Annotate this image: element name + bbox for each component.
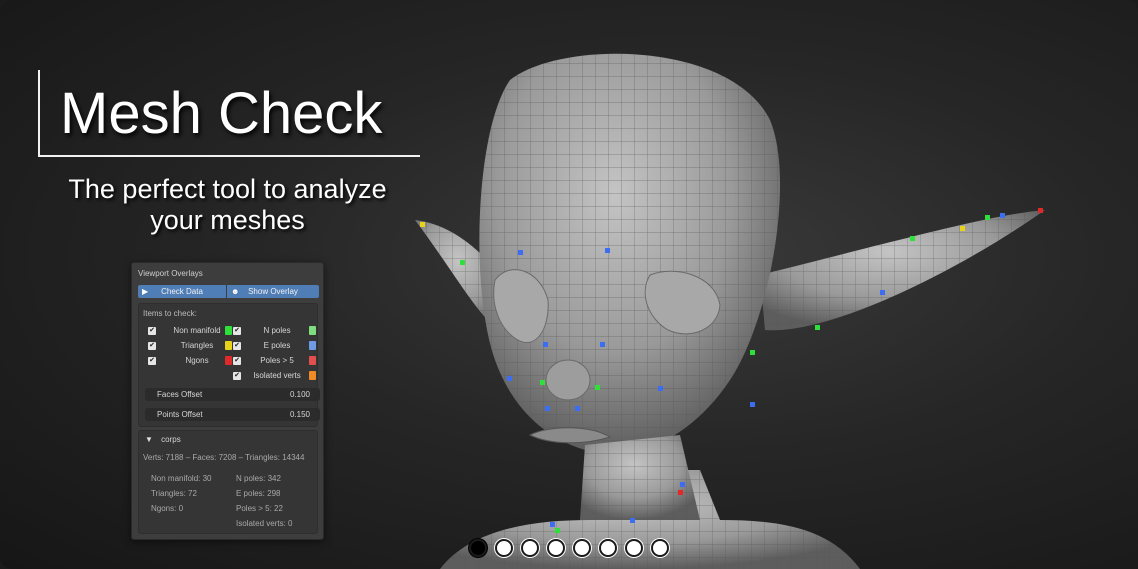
points-offset-label: Points Offset: [157, 410, 203, 419]
checkbox-isolated-verts[interactable]: ✔: [233, 372, 241, 380]
stat-poles-gt-5: Poles > 5: 22: [236, 504, 283, 513]
stat-isolated-verts: Isolated verts: 0: [236, 519, 293, 528]
mesh-summary: Verts: 7188 – Faces: 7208 – Triangles: 1…: [143, 453, 305, 462]
checkbox-non-manifold[interactable]: ✔: [148, 327, 156, 335]
show-overlay-button[interactable]: ☻ Show Overlay: [227, 285, 319, 298]
item-label: Ngons: [185, 356, 209, 365]
color-swatch[interactable]: [309, 326, 316, 335]
check-item-isolated-verts[interactable]: ✔ Isolated verts: [233, 371, 319, 381]
collapse-arrow-icon[interactable]: ▼: [145, 435, 153, 444]
stat-n-poles: N poles: 342: [236, 474, 281, 483]
check-item-poles-gt-5[interactable]: ✔ Poles > 5: [233, 356, 319, 366]
show-overlay-label: Show Overlay: [248, 287, 298, 296]
check-item-n-poles[interactable]: ✔ N poles: [233, 326, 319, 336]
faces-offset-value: 0.100: [289, 390, 310, 399]
items-to-check-box: Items to check: ✔ Non manifold ✔ Triangl…: [138, 303, 320, 427]
item-label: E poles: [263, 341, 291, 350]
item-label: Isolated verts: [253, 371, 301, 380]
title-frame: Mesh Check: [38, 70, 420, 157]
stat-e-poles: E poles: 298: [236, 489, 281, 498]
panel-header: Viewport Overlays: [138, 269, 203, 278]
color-swatch[interactable]: [309, 356, 316, 365]
pager-dot-3[interactable]: [521, 539, 539, 557]
item-label: Non manifold: [173, 326, 221, 335]
skull-icon: ☻: [231, 287, 240, 296]
pager-dot-5[interactable]: [573, 539, 591, 557]
slide: Mesh Check The perfect tool to analyze y…: [0, 0, 1138, 569]
item-label: Poles > 5: [260, 356, 294, 365]
item-label: N poles: [263, 326, 291, 335]
points-offset-value: 0.150: [289, 410, 310, 419]
checkbox-e-poles[interactable]: ✔: [233, 342, 241, 350]
checkbox-poles-gt-5[interactable]: ✔: [233, 357, 241, 365]
check-item-e-poles[interactable]: ✔ E poles: [233, 341, 319, 351]
points-offset-field[interactable]: Points Offset 0.150: [145, 408, 320, 421]
color-swatch[interactable]: [309, 341, 316, 350]
check-data-button[interactable]: ▶ Check Data: [138, 285, 226, 298]
item-label: Triangles: [180, 341, 214, 350]
color-swatch[interactable]: [225, 326, 232, 335]
play-icon: ▶: [142, 287, 149, 296]
color-swatch[interactable]: [309, 371, 316, 380]
stat-non-manifold: Non manifold: 30: [151, 474, 212, 483]
pager-dot-4[interactable]: [547, 539, 565, 557]
checkbox-triangles[interactable]: ✔: [148, 342, 156, 350]
stat-ngons: Ngons: 0: [151, 504, 184, 513]
faces-offset-label: Faces Offset: [157, 390, 203, 399]
check-item-ngons[interactable]: ✔ Ngons: [143, 356, 233, 366]
page-subtitle: The perfect tool to analyze your meshes: [68, 174, 387, 235]
check-item-triangles[interactable]: ✔ Triangles: [143, 341, 233, 351]
elf-mesh-render: [415, 53, 1045, 569]
object-stats-box: ▼ corps Verts: 7188 – Faces: 7208 – Tria…: [138, 430, 318, 534]
color-swatch[interactable]: [225, 341, 232, 350]
pager-dot-1[interactable]: [469, 539, 487, 557]
page-title: Mesh Check: [60, 81, 383, 146]
checkbox-ngons[interactable]: ✔: [148, 357, 156, 365]
object-header[interactable]: ▼ corps: [145, 435, 181, 445]
stat-triangles: Triangles: 72: [151, 489, 197, 498]
object-name: corps: [161, 435, 181, 444]
color-swatch[interactable]: [225, 356, 232, 365]
viewport-overlays-panel: Viewport Overlays ▶ Check Data ☻ Show Ov…: [131, 262, 324, 540]
items-title: Items to check:: [143, 309, 197, 318]
faces-offset-field[interactable]: Faces Offset 0.100: [145, 388, 320, 401]
check-data-label: Check Data: [161, 287, 203, 296]
pager-dot-7[interactable]: [625, 539, 643, 557]
pager-dot-2[interactable]: [495, 539, 513, 557]
pager-dot-6[interactable]: [599, 539, 617, 557]
checkbox-n-poles[interactable]: ✔: [233, 327, 241, 335]
pager-dot-8[interactable]: [651, 539, 669, 557]
check-item-non-manifold[interactable]: ✔ Non manifold: [143, 326, 233, 336]
